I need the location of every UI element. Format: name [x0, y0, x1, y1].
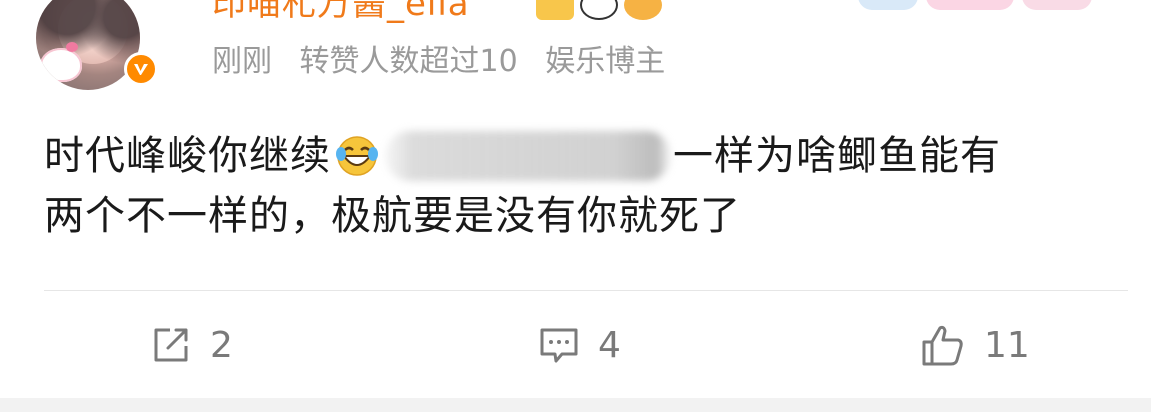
post-meta: 刚刚 转赞人数超过10 娱乐博主 [212, 40, 683, 84]
share-arrow-icon [154, 328, 188, 362]
post-card: 印喵札万酱_ella 刚刚 转赞人数超过10 娱乐博主 时代峰峻你继续 一样为啥… [0, 0, 1151, 398]
content-text-end: 一样为啥鲫鱼能有 [673, 133, 1001, 179]
user-tag: 娱乐博主 [545, 44, 666, 79]
like-count: 11 [984, 324, 1030, 366]
user-avatar[interactable] [36, 0, 140, 90]
comment-bubble-icon [540, 328, 578, 363]
content-text-start: 时代峰峻你继续 [44, 133, 331, 179]
thumbs-up-icon [922, 325, 963, 366]
like-button[interactable]: 11 [920, 320, 1030, 370]
content-line-1: 时代峰峻你继续 一样为啥鲫鱼能有 [44, 126, 1124, 186]
decoration-cloud-icon [858, 0, 918, 10]
repost-note: 转赞人数超过10 [299, 44, 518, 79]
content-text-line-2: 两个不一样的，极航要是没有你就死了 [44, 193, 741, 239]
post-content: 时代峰峻你继续 一样为啥鲫鱼能有 两个不一样的，极航要是没有你就死了 [44, 126, 1124, 246]
crown-badge-icon [536, 0, 574, 20]
repost-button[interactable]: 2 [150, 320, 233, 370]
feed-separator [0, 398, 1151, 412]
avatar-kitty-decoration [40, 42, 82, 82]
blurred-redaction [385, 131, 671, 181]
user-badges [536, 0, 662, 20]
decoration-bows-icon [926, 0, 1014, 10]
decoration-kitty-icon [1022, 0, 1092, 10]
comment-count: 4 [598, 324, 621, 366]
panda-badge-icon [580, 0, 618, 20]
laughing-tears-emoji-icon [336, 136, 378, 176]
profile-decoration [858, 0, 1098, 14]
verified-icon [124, 52, 158, 86]
comment-button[interactable]: 4 [538, 320, 621, 370]
divider [44, 290, 1128, 291]
repost-count: 2 [210, 324, 233, 366]
post-time: 刚刚 [212, 44, 272, 79]
username[interactable]: 印喵札万酱_ella [212, 0, 470, 26]
content-line-2: 两个不一样的，极航要是没有你就死了 [44, 186, 1124, 246]
cake-badge-icon [624, 0, 662, 20]
